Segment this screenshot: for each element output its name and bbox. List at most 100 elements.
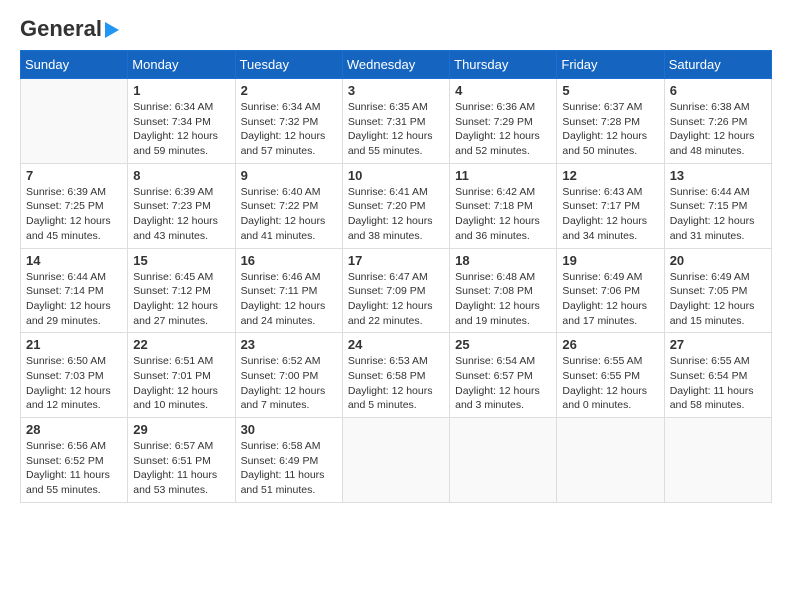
col-tuesday: Tuesday: [235, 51, 342, 79]
table-row: 25Sunrise: 6:54 AM Sunset: 6:57 PM Dayli…: [450, 333, 557, 418]
table-row: 5 Sunrise: 6:37 AM Sunset: 7:28 PM Daylig…: [557, 79, 664, 164]
day-info: Sunrise: 6:58 AM Sunset: 6:49 PM Dayligh…: [241, 439, 337, 498]
calendar-week-row: 1 Sunrise: 6:34 AM Sunset: 7:34 PM Daylig…: [21, 79, 772, 164]
table-row: 28 Sunrise: 6:56 AM Sunset: 6:52 PM Dayli…: [21, 418, 128, 503]
table-row: 12 Sunrise: 6:43 AM Sunset: 7:17 PM Dayli…: [557, 163, 664, 248]
day-info: Sunrise: 6:53 AM Sunset: 6:58 PM Dayligh…: [348, 354, 444, 413]
day-number: 5: [562, 83, 658, 98]
table-row: 23Sunrise: 6:52 AM Sunset: 7:00 PM Dayli…: [235, 333, 342, 418]
day-info: Sunrise: 6:51 AM Sunset: 7:01 PM Dayligh…: [133, 354, 229, 413]
day-number: 28: [26, 422, 122, 437]
table-row: 2 Sunrise: 6:34 AM Sunset: 7:32 PM Daylig…: [235, 79, 342, 164]
day-number: 27: [670, 337, 766, 352]
col-monday: Monday: [128, 51, 235, 79]
table-row: 7 Sunrise: 6:39 AM Sunset: 7:25 PM Daylig…: [21, 163, 128, 248]
calendar-week-row: 7 Sunrise: 6:39 AM Sunset: 7:25 PM Daylig…: [21, 163, 772, 248]
table-row: [664, 418, 771, 503]
page-header: General: [20, 16, 772, 38]
day-number: 30: [241, 422, 337, 437]
table-row: 14 Sunrise: 6:44 AM Sunset: 7:14 PM Dayli…: [21, 248, 128, 333]
col-wednesday: Wednesday: [342, 51, 449, 79]
day-info: Sunrise: 6:34 AM Sunset: 7:34 PM Dayligh…: [133, 100, 229, 159]
day-number: 7: [26, 168, 122, 183]
day-info: Sunrise: 6:35 AM Sunset: 7:31 PM Dayligh…: [348, 100, 444, 159]
table-row: 19Sunrise: 6:49 AM Sunset: 7:06 PM Dayli…: [557, 248, 664, 333]
day-number: 11: [455, 168, 551, 183]
table-row: 22 Sunrise: 6:51 AM Sunset: 7:01 PM Dayli…: [128, 333, 235, 418]
table-row: 16Sunrise: 6:46 AM Sunset: 7:11 PM Dayli…: [235, 248, 342, 333]
day-number: 26: [562, 337, 658, 352]
day-info: Sunrise: 6:48 AM Sunset: 7:08 PM Dayligh…: [455, 270, 551, 329]
col-friday: Friday: [557, 51, 664, 79]
table-row: 6 Sunrise: 6:38 AM Sunset: 7:26 PM Daylig…: [664, 79, 771, 164]
calendar-week-row: 28 Sunrise: 6:56 AM Sunset: 6:52 PM Dayli…: [21, 418, 772, 503]
day-info: Sunrise: 6:49 AM Sunset: 7:05 PM Dayligh…: [670, 270, 766, 329]
day-number: 17: [348, 253, 444, 268]
day-info: Sunrise: 6:43 AM Sunset: 7:17 PM Dayligh…: [562, 185, 658, 244]
table-row: 4Sunrise: 6:36 AM Sunset: 7:29 PM Daylig…: [450, 79, 557, 164]
day-info: Sunrise: 6:37 AM Sunset: 7:28 PM Dayligh…: [562, 100, 658, 159]
table-row: 10 Sunrise: 6:41 AM Sunset: 7:20 PM Dayli…: [342, 163, 449, 248]
table-row: [557, 418, 664, 503]
day-number: 23: [241, 337, 337, 352]
table-row: 27Sunrise: 6:55 AM Sunset: 6:54 PM Dayli…: [664, 333, 771, 418]
day-info: Sunrise: 6:39 AM Sunset: 7:25 PM Dayligh…: [26, 185, 122, 244]
col-sunday: Sunday: [21, 51, 128, 79]
table-row: 15Sunrise: 6:45 AM Sunset: 7:12 PM Dayli…: [128, 248, 235, 333]
day-number: 8: [133, 168, 229, 183]
day-number: 19: [562, 253, 658, 268]
table-row: 29Sunrise: 6:57 AM Sunset: 6:51 PM Dayli…: [128, 418, 235, 503]
logo-arrow-icon: [105, 22, 119, 38]
day-number: 2: [241, 83, 337, 98]
day-number: 18: [455, 253, 551, 268]
calendar-header-row: Sunday Monday Tuesday Wednesday Thursday…: [21, 51, 772, 79]
day-info: Sunrise: 6:55 AM Sunset: 6:55 PM Dayligh…: [562, 354, 658, 413]
table-row: 18 Sunrise: 6:48 AM Sunset: 7:08 PM Dayli…: [450, 248, 557, 333]
day-number: 14: [26, 253, 122, 268]
day-number: 13: [670, 168, 766, 183]
day-info: Sunrise: 6:38 AM Sunset: 7:26 PM Dayligh…: [670, 100, 766, 159]
day-info: Sunrise: 6:56 AM Sunset: 6:52 PM Dayligh…: [26, 439, 122, 498]
col-thursday: Thursday: [450, 51, 557, 79]
table-row: 20 Sunrise: 6:49 AM Sunset: 7:05 PM Dayli…: [664, 248, 771, 333]
day-info: Sunrise: 6:50 AM Sunset: 7:03 PM Dayligh…: [26, 354, 122, 413]
day-number: 22: [133, 337, 229, 352]
day-number: 6: [670, 83, 766, 98]
day-info: Sunrise: 6:44 AM Sunset: 7:15 PM Dayligh…: [670, 185, 766, 244]
table-row: 11Sunrise: 6:42 AM Sunset: 7:18 PM Dayli…: [450, 163, 557, 248]
day-info: Sunrise: 6:34 AM Sunset: 7:32 PM Dayligh…: [241, 100, 337, 159]
col-saturday: Saturday: [664, 51, 771, 79]
table-row: 30 Sunrise: 6:58 AM Sunset: 6:49 PM Dayli…: [235, 418, 342, 503]
logo: General: [20, 16, 119, 38]
day-info: Sunrise: 6:45 AM Sunset: 7:12 PM Dayligh…: [133, 270, 229, 329]
day-number: 9: [241, 168, 337, 183]
day-info: Sunrise: 6:41 AM Sunset: 7:20 PM Dayligh…: [348, 185, 444, 244]
table-row: 1 Sunrise: 6:34 AM Sunset: 7:34 PM Daylig…: [128, 79, 235, 164]
day-info: Sunrise: 6:36 AM Sunset: 7:29 PM Dayligh…: [455, 100, 551, 159]
day-number: 24: [348, 337, 444, 352]
table-row: 21 Sunrise: 6:50 AM Sunset: 7:03 PM Dayli…: [21, 333, 128, 418]
day-info: Sunrise: 6:39 AM Sunset: 7:23 PM Dayligh…: [133, 185, 229, 244]
table-row: 26 Sunrise: 6:55 AM Sunset: 6:55 PM Dayli…: [557, 333, 664, 418]
day-info: Sunrise: 6:46 AM Sunset: 7:11 PM Dayligh…: [241, 270, 337, 329]
table-row: 9Sunrise: 6:40 AM Sunset: 7:22 PM Daylig…: [235, 163, 342, 248]
table-row: 3 Sunrise: 6:35 AM Sunset: 7:31 PM Daylig…: [342, 79, 449, 164]
day-number: 20: [670, 253, 766, 268]
calendar-week-row: 21 Sunrise: 6:50 AM Sunset: 7:03 PM Dayli…: [21, 333, 772, 418]
calendar-table: Sunday Monday Tuesday Wednesday Thursday…: [20, 50, 772, 503]
day-number: 12: [562, 168, 658, 183]
day-info: Sunrise: 6:54 AM Sunset: 6:57 PM Dayligh…: [455, 354, 551, 413]
day-number: 1: [133, 83, 229, 98]
table-row: 24 Sunrise: 6:53 AM Sunset: 6:58 PM Dayli…: [342, 333, 449, 418]
table-row: 8 Sunrise: 6:39 AM Sunset: 7:23 PM Daylig…: [128, 163, 235, 248]
table-row: 13 Sunrise: 6:44 AM Sunset: 7:15 PM Dayli…: [664, 163, 771, 248]
day-number: 10: [348, 168, 444, 183]
table-row: [450, 418, 557, 503]
day-info: Sunrise: 6:47 AM Sunset: 7:09 PM Dayligh…: [348, 270, 444, 329]
day-number: 3: [348, 83, 444, 98]
day-number: 21: [26, 337, 122, 352]
day-info: Sunrise: 6:44 AM Sunset: 7:14 PM Dayligh…: [26, 270, 122, 329]
logo-general: General: [20, 16, 102, 42]
table-row: 17 Sunrise: 6:47 AM Sunset: 7:09 PM Dayli…: [342, 248, 449, 333]
day-info: Sunrise: 6:57 AM Sunset: 6:51 PM Dayligh…: [133, 439, 229, 498]
